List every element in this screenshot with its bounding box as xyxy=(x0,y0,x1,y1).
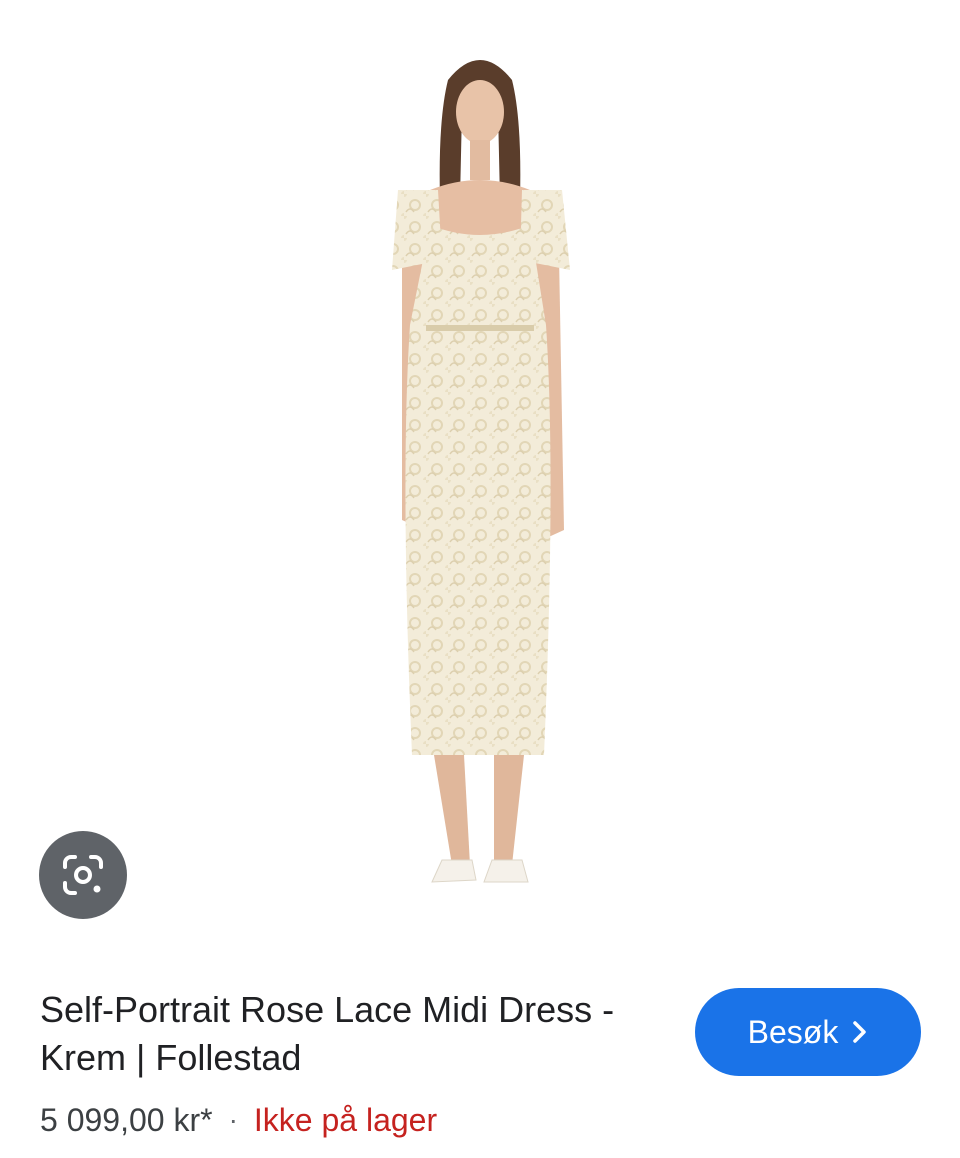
chevron-right-icon xyxy=(853,1021,867,1043)
lens-search-button[interactable] xyxy=(39,831,127,919)
google-lens-icon xyxy=(63,855,103,895)
product-meta: 5 099,00 kr* · Ikke på lager xyxy=(40,1098,437,1142)
meta-separator: · xyxy=(228,1104,238,1135)
product-title: Self-Portrait Rose Lace Midi Dress - Kre… xyxy=(40,989,615,1078)
product-price: 5 099,00 kr* xyxy=(40,1101,213,1138)
dress-model-image xyxy=(392,60,570,883)
visit-button-label: Besøk xyxy=(747,1013,839,1050)
product-image[interactable] xyxy=(0,0,960,960)
visit-button[interactable]: Besøk xyxy=(695,988,921,1076)
stock-status: Ikke på lager xyxy=(253,1101,438,1138)
